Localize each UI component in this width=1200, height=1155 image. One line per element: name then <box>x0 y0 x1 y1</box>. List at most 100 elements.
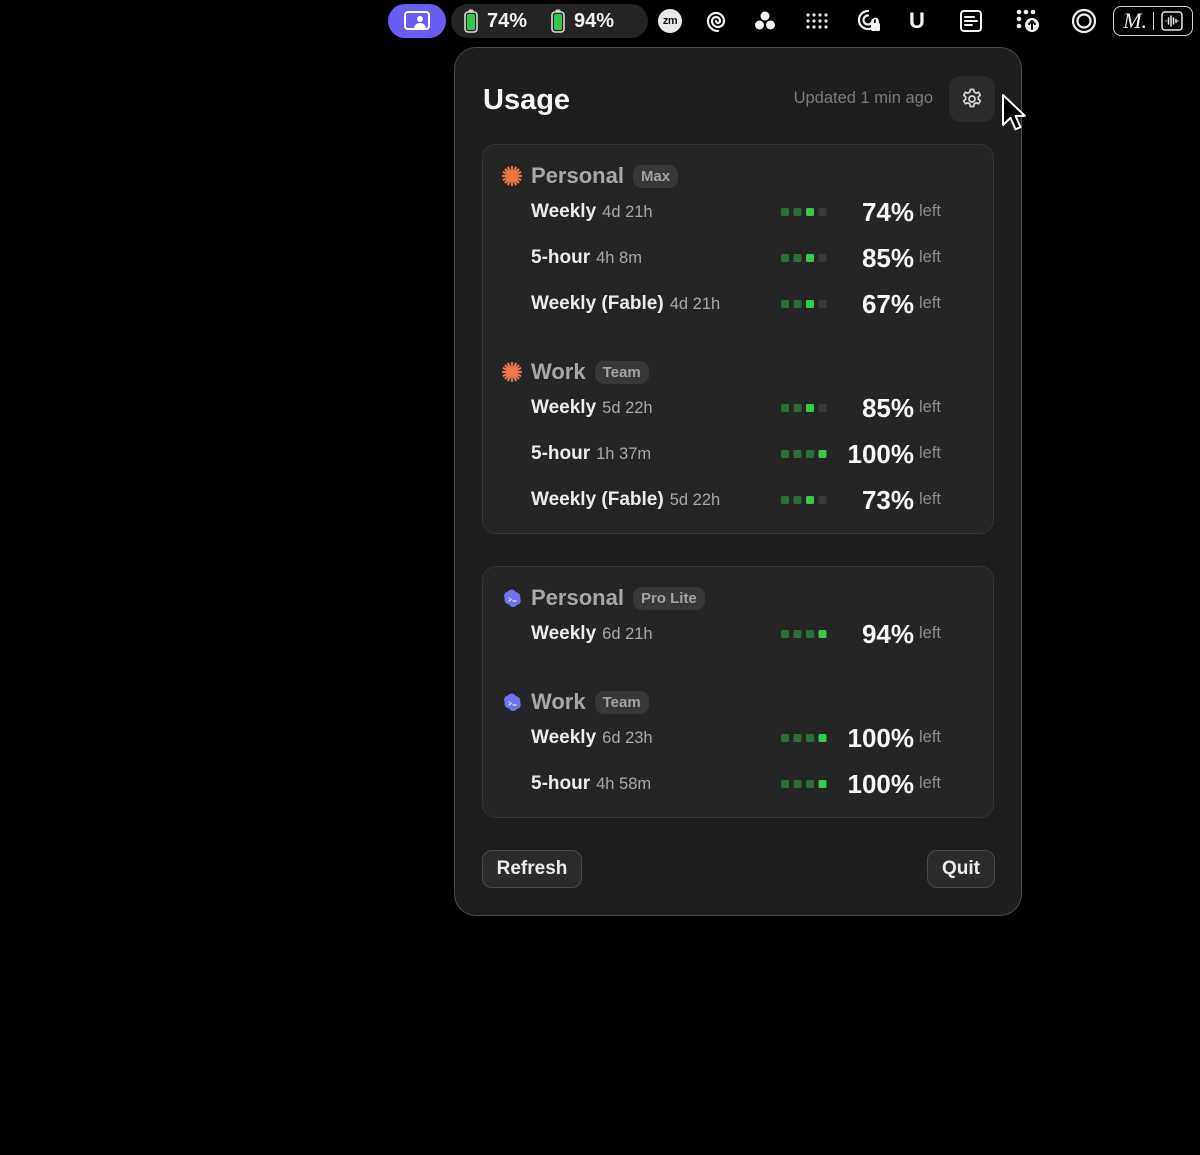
usage-row: Weekly 4d 21h 74% left <box>531 197 971 227</box>
account-header-work: Work Team <box>501 687 649 717</box>
meter-segment <box>818 496 827 504</box>
usage-meter <box>781 630 827 638</box>
account-name: Work <box>531 689 586 714</box>
usage-label: Weekly 4d 21h <box>531 201 653 222</box>
settings-button[interactable] <box>949 76 995 122</box>
meter-segment <box>793 450 802 458</box>
reset-time: 6d 23h <box>602 729 653 747</box>
meter-segment <box>781 254 789 262</box>
usage-meter <box>781 734 827 742</box>
dot-grid-icon[interactable] <box>802 4 832 38</box>
battery-item-2[interactable]: 94% <box>551 9 614 33</box>
meter-segment <box>806 630 814 638</box>
signal-lock-icon[interactable] <box>854 4 884 38</box>
meter-segment <box>793 496 802 504</box>
meter-segment <box>793 404 802 412</box>
spiral-icon[interactable] <box>703 4 733 38</box>
account-name: Personal <box>531 585 624 610</box>
left-label: left <box>919 398 942 416</box>
usage-meter <box>781 450 827 458</box>
dots-upload-icon[interactable] <box>1012 4 1044 38</box>
usage-meter <box>781 208 827 216</box>
quit-button[interactable]: Quit <box>927 850 995 888</box>
account-header-work: Work Team <box>501 357 649 387</box>
battery-2-percent: 94% <box>574 9 615 32</box>
usage-row: Weekly (Fable) 5d 22h 73% left <box>531 485 971 515</box>
waveform-icon <box>1161 11 1183 31</box>
left-label: left <box>919 248 942 266</box>
account-header-personal: Personal Pro Lite <box>501 583 705 613</box>
left-label: left <box>919 728 942 746</box>
usage-percent: 85% <box>861 243 914 273</box>
mouse-cursor-icon <box>1002 94 1026 131</box>
m-audio-icon[interactable]: M. <box>1113 6 1193 36</box>
meter-segment <box>781 734 789 742</box>
usage-percent: 85% <box>861 393 914 423</box>
cloud-blob-icon <box>501 691 523 713</box>
meter-segment <box>806 780 814 788</box>
reset-time: 5d 22h <box>669 491 721 509</box>
usage-label: Weekly (Fable) 4d 21h <box>531 293 721 314</box>
zoom-label: zm <box>658 9 682 33</box>
usage-label: Weekly 6d 23h <box>531 727 653 748</box>
refresh-button[interactable]: Refresh <box>482 850 582 888</box>
usage-percent: 94% <box>861 619 914 649</box>
usage-percent: 100% <box>847 439 915 469</box>
plan-badge: Max <box>632 164 679 188</box>
left-label: left <box>919 294 942 312</box>
usage-label: Weekly 5d 22h <box>531 397 653 418</box>
left-label: left <box>919 444 942 462</box>
meter-segment <box>806 208 814 216</box>
gear-icon <box>962 88 982 108</box>
u-app-icon[interactable]: U <box>902 4 932 38</box>
reset-time: 4h 8m <box>596 249 642 267</box>
usage-meter <box>781 496 827 504</box>
document-lines-icon[interactable] <box>956 4 986 38</box>
battery-group[interactable]: 74% 94% <box>451 4 648 38</box>
usage-label: 5-hour 4h 8m <box>531 247 642 268</box>
battery-1-percent: 74% <box>487 9 528 32</box>
usage-meter <box>781 780 827 788</box>
screen-share-icon[interactable] <box>388 4 446 38</box>
usage-row: 5-hour 4h 58m 100% left <box>531 769 971 799</box>
usage-label: Weekly 6d 21h <box>531 623 653 644</box>
meter-segment <box>818 450 827 458</box>
reset-time: 1h 37m <box>596 445 652 463</box>
left-label: left <box>919 774 942 792</box>
meter-segment <box>818 734 827 742</box>
provider-card-1: Personal Max Weekly 4d 21h 74% left 5-hou… <box>482 144 994 534</box>
battery-item-1[interactable]: 74% <box>464 9 527 33</box>
updated-status: Updated 1 min ago <box>793 89 933 107</box>
reset-time: 4d 21h <box>602 203 653 221</box>
menu-bar: 74% 94% zm U M. <box>0 0 1200 44</box>
meter-segment <box>806 300 814 308</box>
meter-segment <box>793 254 802 262</box>
usage-label: 5-hour 4h 58m <box>531 773 652 794</box>
reset-time: 4d 21h <box>669 295 721 313</box>
left-label: left <box>919 490 942 508</box>
meter-segment <box>818 254 827 262</box>
ring-icon[interactable] <box>1069 4 1099 38</box>
reset-time: 4h 58m <box>596 775 652 793</box>
plan-badge: Team <box>594 360 649 384</box>
cloud-blob-icon <box>501 587 523 609</box>
meter-segment <box>818 630 827 638</box>
account-name: Work <box>531 359 586 384</box>
battery-icon <box>551 9 565 33</box>
plan-badge: Team <box>594 690 649 714</box>
account-header-personal: Personal Max <box>501 161 679 191</box>
m-label: M. <box>1123 8 1148 33</box>
meter-segment <box>806 404 814 412</box>
usage-row: Weekly (Fable) 4d 21h 67% left <box>531 289 971 319</box>
meter-segment <box>781 496 789 504</box>
meter-segment <box>793 734 802 742</box>
zoom-icon[interactable]: zm <box>655 4 685 38</box>
three-circles-icon[interactable] <box>750 4 780 38</box>
usage-popover: Usage Updated 1 min ago Personal Max Wee… <box>454 47 1022 916</box>
meter-segment <box>781 450 789 458</box>
meter-segment <box>806 254 814 262</box>
meter-segment <box>793 630 802 638</box>
page-title: Usage <box>483 84 571 116</box>
provider-card-2: Personal Pro Lite Weekly 6d 21h 94% left … <box>482 566 994 818</box>
burst-icon <box>501 165 523 187</box>
